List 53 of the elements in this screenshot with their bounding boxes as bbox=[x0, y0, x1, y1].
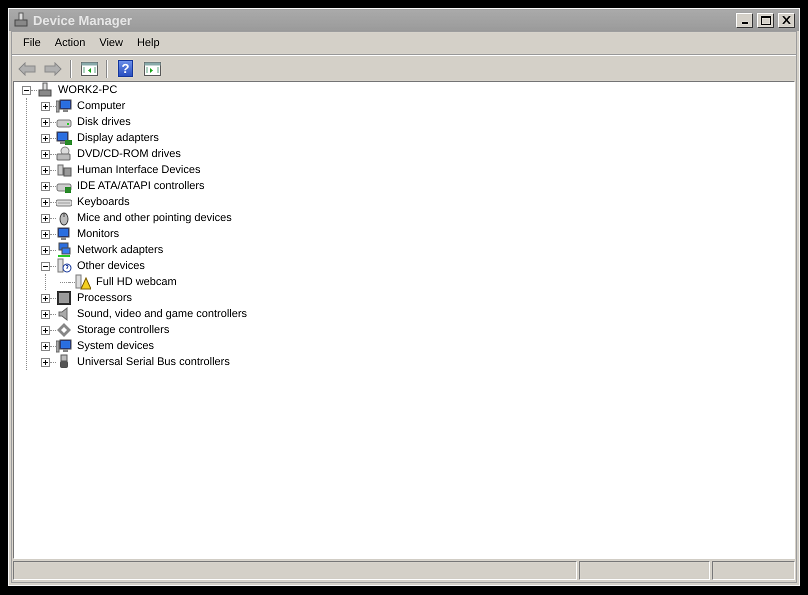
device-question-icon bbox=[56, 258, 72, 274]
expand-icon[interactable] bbox=[41, 326, 50, 334]
expand-icon[interactable] bbox=[41, 214, 50, 222]
menu-item[interactable]: File bbox=[16, 37, 48, 49]
close-button[interactable] bbox=[778, 12, 795, 28]
tree-item[interactable]: Storage controllers bbox=[76, 324, 170, 336]
tree-item[interactable]: IDE ATA/ATAPI controllers bbox=[76, 180, 206, 192]
tree-item[interactable]: Processors bbox=[76, 292, 134, 304]
expand-icon[interactable] bbox=[41, 166, 50, 174]
tree-item[interactable]: WORK2-PC bbox=[57, 84, 118, 96]
tree-item[interactable]: Disk drives bbox=[76, 116, 132, 128]
tree-item[interactable]: Mice and other pointing devices bbox=[76, 212, 233, 224]
tree-item[interactable]: Other devices bbox=[76, 260, 146, 272]
tree-item[interactable]: Human Interface Devices bbox=[76, 164, 202, 176]
expand-icon[interactable] bbox=[41, 182, 50, 190]
collapse-icon[interactable] bbox=[41, 262, 50, 270]
menu-item[interactable]: Action bbox=[48, 37, 92, 49]
expand-icon[interactable] bbox=[41, 102, 50, 110]
expand-icon[interactable] bbox=[41, 230, 50, 238]
expand-icon[interactable] bbox=[41, 134, 50, 142]
help-button[interactable]: ? bbox=[118, 60, 133, 77]
tree-item[interactable]: DVD/CD-ROM drives bbox=[76, 148, 182, 160]
tree-item[interactable]: Computer bbox=[76, 100, 126, 112]
tree-item[interactable]: Monitors bbox=[76, 228, 120, 240]
tree-item[interactable]: Network adapters bbox=[76, 244, 164, 256]
menu-item[interactable]: View bbox=[92, 37, 130, 49]
tree-item[interactable]: Display adapters bbox=[76, 132, 160, 144]
expand-icon[interactable] bbox=[41, 150, 50, 158]
storage-icon bbox=[56, 322, 72, 338]
expand-icon[interactable] bbox=[41, 198, 50, 206]
tree-item[interactable]: Sound, video and game controllers bbox=[76, 308, 248, 320]
display-adapter-icon bbox=[56, 130, 72, 146]
expand-icon[interactable] bbox=[41, 310, 50, 318]
tree-item[interactable]: Keyboards bbox=[76, 196, 131, 208]
expand-icon[interactable] bbox=[41, 342, 50, 350]
tree-item[interactable]: Full HD webcam bbox=[95, 276, 178, 288]
collapse-icon[interactable] bbox=[22, 86, 31, 94]
expand-icon[interactable] bbox=[41, 118, 50, 126]
close-icon bbox=[782, 16, 791, 24]
expand-icon[interactable] bbox=[41, 294, 50, 302]
window-title: Device Manager bbox=[33, 12, 133, 28]
network-icon bbox=[56, 242, 72, 258]
expand-icon[interactable] bbox=[41, 246, 50, 254]
minimize-button[interactable] bbox=[736, 12, 753, 28]
tree-item[interactable]: System devices bbox=[76, 340, 156, 352]
tree-item[interactable]: Universal Serial Bus controllers bbox=[76, 356, 231, 368]
maximize-button[interactable] bbox=[757, 12, 774, 28]
maximize-icon bbox=[760, 16, 770, 24]
monitor-icon bbox=[56, 226, 72, 242]
disc-drive-icon bbox=[56, 146, 72, 162]
menu-item[interactable]: Help bbox=[130, 37, 167, 49]
computer-icon bbox=[13, 12, 29, 28]
expand-icon[interactable] bbox=[41, 358, 50, 366]
